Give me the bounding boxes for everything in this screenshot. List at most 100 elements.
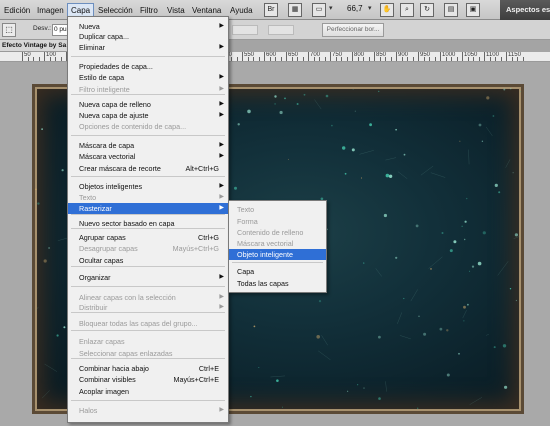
menu-item-estilo-de-capa[interactable]: Estilo de capa ▶ — [68, 72, 228, 83]
submenu-arrow-icon: ▶ — [219, 142, 224, 148]
submenu-arrow-icon: ▶ — [219, 205, 224, 211]
texture-speck — [415, 224, 419, 228]
texture-speck — [253, 325, 256, 328]
menu-imagen[interactable]: Imagen — [34, 3, 67, 18]
menu-item-combinar-visibles[interactable]: Combinar visibles Mayús+Ctrl+E — [68, 374, 228, 385]
ruler-tick — [22, 52, 23, 61]
marquee-tool-icon[interactable]: ⬚ — [2, 23, 16, 37]
ruler-minor-tick — [302, 57, 304, 61]
texture-speck — [481, 140, 484, 142]
menu-item-mascara-vectorial[interactable]: Máscara vectorial ▶ — [68, 151, 228, 162]
rotate-view-icon[interactable]: ↻ — [420, 3, 434, 17]
texture-speck — [458, 352, 460, 355]
texture-speck — [383, 213, 387, 218]
ruler-minor-tick — [451, 57, 452, 61]
chevron-down-icon[interactable]: ▾ — [329, 4, 333, 12]
texture-speck — [388, 174, 393, 178]
shortcut-label: Ctrl+E — [198, 364, 219, 373]
ruler-minor-tick — [33, 57, 34, 61]
menu-separator — [71, 228, 225, 229]
refine-edge-button[interactable]: Perfeccionar bor... — [322, 23, 384, 37]
menu-item-organizar[interactable]: Organizar ▶ — [68, 272, 228, 283]
ruler-tick — [308, 52, 309, 61]
menu-item-rasterizar[interactable]: Rasterizar ▶ — [68, 203, 228, 214]
texture-scratch — [468, 149, 470, 165]
shortcut-label: Mayús+Ctrl+G — [172, 244, 219, 253]
menu-item-todas-las-capas[interactable]: Todas las capas — [229, 278, 326, 289]
feather-input[interactable]: 0 pu — [52, 24, 68, 36]
ruler-minor-tick — [253, 57, 254, 61]
menu-item-capa[interactable]: Capa — [229, 266, 326, 277]
menu-item-enlazar-capas: Enlazar capas — [68, 336, 228, 347]
document-tab[interactable]: Efecto Vintage by Sa — [0, 40, 70, 52]
texture-speck — [464, 238, 466, 241]
menu-item-nueva-capa-de-ajuste[interactable]: Nueva capa de ajuste ▶ — [68, 110, 228, 121]
zoom-tool-icon[interactable]: ⌕ — [400, 3, 414, 17]
texture-scratch — [486, 334, 489, 336]
ruler-tick — [418, 52, 419, 61]
texture-scratch — [410, 289, 418, 302]
ruler-minor-tick — [423, 57, 425, 61]
texture-speck — [41, 128, 43, 130]
view-extras-icon[interactable]: ▭ — [312, 3, 326, 17]
texture-speck — [430, 268, 432, 270]
texture-speck — [287, 158, 289, 160]
texture-scratch — [397, 171, 408, 179]
menu-item-crear-mascara-de-recorte[interactable]: Crear máscara de recorte Alt+Ctrl+G — [68, 163, 228, 174]
texture-speck — [477, 261, 482, 266]
menu-item-nueva-capa-de-relleno[interactable]: Nueva capa de relleno ▶ — [68, 99, 228, 110]
hand-tool-icon[interactable]: ✋ — [380, 3, 394, 17]
menu-item-label: Opciones de contenido de capa... — [79, 122, 187, 131]
menu-edicion[interactable]: Edición — [1, 3, 33, 18]
texture-speck — [247, 109, 251, 114]
menu-separator — [71, 176, 225, 177]
menu-item-objetos-inteligentes[interactable]: Objetos inteligentes ▶ — [68, 181, 228, 192]
bridge-icon[interactable]: Br — [264, 3, 278, 17]
menu-item-duplicar-capa[interactable]: Duplicar capa... — [68, 31, 228, 42]
texture-speck — [316, 335, 321, 339]
arrange-documents-icon[interactable]: ▤ — [444, 3, 458, 17]
menu-item-objeto-inteligente[interactable]: Objeto inteligente — [229, 249, 326, 260]
menu-item-label: Filtro inteligente — [79, 85, 130, 94]
menu-item-label: Nueva — [79, 22, 100, 31]
texture-speck — [467, 303, 469, 306]
menu-item-label: Máscara vectorial — [237, 239, 294, 248]
texture-speck — [403, 297, 405, 300]
menu-item-label: Acoplar imagen — [79, 387, 129, 396]
chevron-down-icon[interactable]: ▾ — [368, 4, 372, 12]
texture-speck — [284, 97, 286, 100]
texture-speck — [461, 225, 463, 227]
minibridge-icon[interactable]: ▦ — [288, 3, 302, 17]
texture-speck — [403, 153, 406, 156]
menu-ayuda[interactable]: Ayuda — [227, 3, 256, 18]
menu-item-label: Forma — [237, 217, 258, 226]
zoom-level[interactable]: 66,7 — [347, 4, 363, 13]
texture-speck — [234, 186, 237, 190]
ruler-tick — [374, 52, 375, 61]
ruler-minor-tick — [495, 57, 496, 61]
menu-item-ocultar-capas[interactable]: Ocultar capas — [68, 255, 228, 266]
menu-item-acoplar-imagen[interactable]: Acoplar imagen — [68, 386, 228, 397]
texture-speck — [446, 373, 450, 377]
menu-item-mascara-de-capa[interactable]: Máscara de capa ▶ — [68, 140, 228, 151]
workspace-button[interactable]: Aspectos es — [500, 0, 550, 20]
menu-item-agrupar-capas[interactable]: Agrupar capas Ctrl+G — [68, 232, 228, 243]
menu-item-eliminar[interactable]: Eliminar ▶ — [68, 42, 228, 53]
texture-scratch — [375, 268, 382, 277]
menu-item-propiedades-de-capa[interactable]: Propiedades de capa... — [68, 61, 228, 72]
ruler-tick — [484, 52, 485, 61]
texture-speck — [352, 89, 354, 90]
menu-item-combinar-hacia-abajo[interactable]: Combinar hacia abajo Ctrl+E — [68, 363, 228, 374]
menu-item-label: Duplicar capa... — [79, 32, 129, 41]
ruler-minor-tick — [473, 57, 474, 61]
texture-scratch — [505, 159, 511, 168]
texture-speck — [296, 103, 299, 105]
ruler-minor-tick — [363, 57, 364, 61]
screen-mode-icon[interactable]: ▣ — [466, 3, 480, 17]
texture-speck — [274, 95, 277, 98]
texture-speck — [378, 397, 381, 400]
texture-scratch — [321, 335, 328, 346]
menu-separator — [71, 286, 225, 287]
shortcut-label: Mayús+Ctrl+E — [173, 375, 219, 384]
submenu-arrow-icon: ▶ — [219, 74, 224, 80]
